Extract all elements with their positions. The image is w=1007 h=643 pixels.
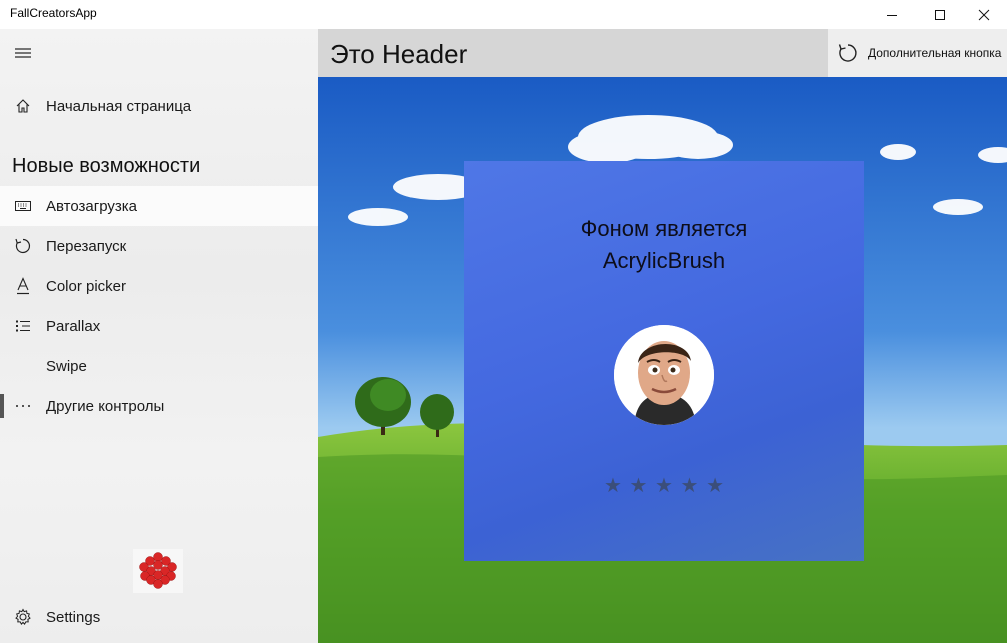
star-4-icon[interactable]: ★ (681, 475, 699, 497)
avatar[interactable] (614, 325, 714, 425)
nav-item-label: Color picker (46, 277, 127, 295)
nav-item-label: Parallax (46, 317, 101, 335)
card-title-line-2: AcrylicBrush (602, 248, 726, 273)
maximize-icon (935, 9, 945, 20)
star-2-icon[interactable]: ★ (630, 475, 648, 497)
gear-icon (0, 597, 46, 637)
minimize-button[interactable] (869, 0, 915, 29)
nav-item-label: Settings (46, 608, 101, 626)
navigation-pane: Начальная страница Новые возможности Авт… (0, 29, 318, 643)
nav-item-settings[interactable]: Settings (0, 597, 318, 637)
extra-button-label: Дополнительная кнопка (868, 46, 1002, 60)
page-header: Это Header (318, 29, 828, 77)
star-5-icon[interactable]: ★ (706, 475, 724, 497)
nav-item-color-picker[interactable]: Color picker (0, 266, 318, 306)
nav-item-label: Перезапуск (46, 237, 127, 255)
nav-item-label: Swipe (46, 357, 87, 375)
hamburger-button[interactable] (0, 29, 46, 77)
minimize-icon (887, 14, 897, 16)
maximize-button[interactable] (917, 0, 963, 29)
section-header: Новые возможности (12, 155, 201, 177)
extra-button[interactable]: Дополнительная кнопка (828, 29, 1007, 77)
app-title: FallCreatorsApp (10, 6, 97, 20)
bullet-list-icon (0, 306, 46, 346)
close-button[interactable] (961, 0, 1007, 29)
nav-item-home[interactable]: Начальная страница (0, 86, 318, 126)
font-color-icon (0, 266, 46, 306)
acrylic-card: Фоном является AcrylicBrush ★ ★ ★ ★ ★ (464, 161, 864, 561)
nav-item-parallax[interactable]: Parallax (0, 306, 318, 346)
home-icon (0, 86, 46, 126)
keyboard-icon (0, 186, 46, 226)
page-title: Это Header (330, 39, 468, 69)
card-title-line-1: Фоном является (580, 216, 748, 241)
nav-item-swipe[interactable]: Swipe (0, 346, 318, 386)
close-icon (978, 9, 990, 20)
rating-control[interactable]: ★ ★ ★ ★ ★ (604, 475, 724, 497)
nav-item-label: Начальная страница (46, 97, 192, 115)
app-logo-cube (133, 549, 183, 593)
nav-item-label: Автозагрузка (46, 197, 137, 215)
star-1-icon[interactable]: ★ (604, 475, 622, 497)
restart-icon (0, 226, 46, 266)
card-title: Фоном является AcrylicBrush (464, 213, 864, 277)
swipe-icon (0, 346, 46, 386)
title-bar: FallCreatorsApp (0, 0, 1007, 29)
more-icon (0, 386, 46, 426)
nav-item-other-controls[interactable]: Другие контролы (0, 386, 318, 426)
nav-item-label: Другие контролы (46, 397, 165, 415)
nav-item-restart[interactable]: Перезапуск (0, 226, 318, 266)
refresh-icon (828, 42, 868, 64)
star-3-icon[interactable]: ★ (655, 475, 673, 497)
hamburger-icon (15, 48, 31, 58)
nav-item-autoload[interactable]: Автозагрузка (0, 186, 318, 226)
